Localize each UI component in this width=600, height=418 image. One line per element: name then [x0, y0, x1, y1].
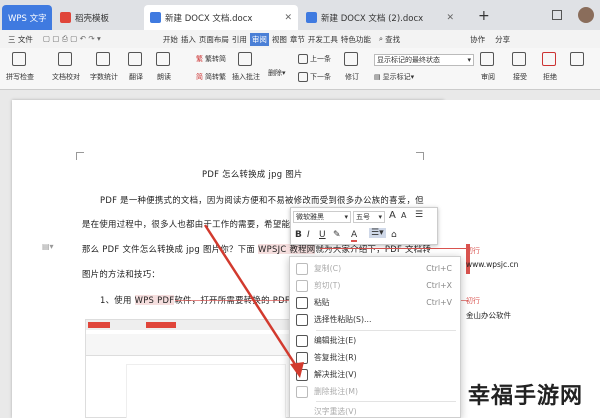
annotation-arrow: [203, 224, 304, 378]
site-watermark: 幸福手游网: [468, 383, 584, 409]
